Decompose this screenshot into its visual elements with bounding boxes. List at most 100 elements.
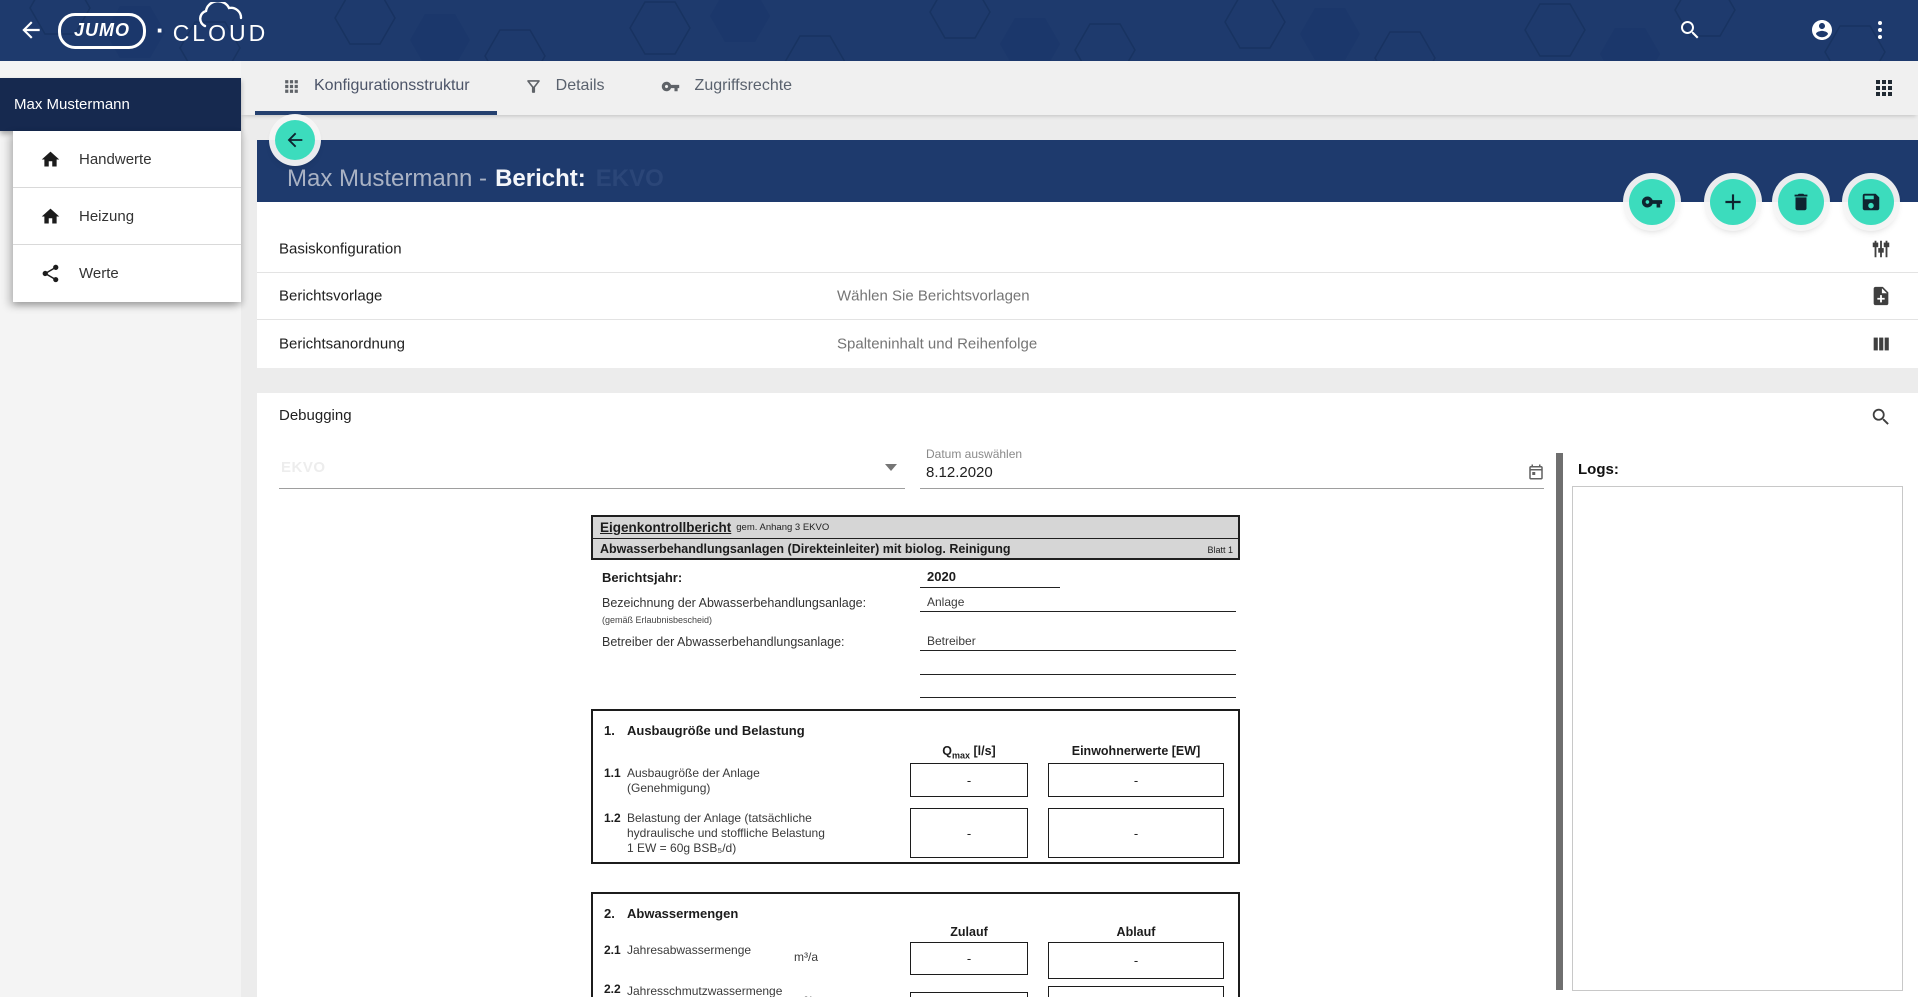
row-2-1-label: Jahresabwassermenge [627, 943, 751, 957]
share-icon [40, 263, 61, 284]
apps-grid-icon[interactable] [1872, 76, 1896, 100]
row-1-1-number: 1.1 [604, 766, 621, 780]
report-scrollbar[interactable] [1556, 453, 1563, 990]
row-basiskonfiguration[interactable]: Basiskonfiguration [257, 226, 1918, 273]
date-field-label: Datum auswählen [926, 447, 1022, 461]
view-column-icon[interactable] [1870, 333, 1892, 355]
row-1-2-qmax-cell: - [910, 808, 1028, 858]
tab-bar: Konfigurationsstruktur Details Zugriffsr… [241, 61, 1918, 115]
row-2-2-zulauf-cell [910, 992, 1028, 997]
search-icon[interactable] [1678, 18, 1702, 42]
row-label: Berichtsvorlage [279, 288, 382, 305]
row-1-2-ew-cell: - [1048, 808, 1224, 858]
report-header-line2: Abwasserbehandlungsanlagen (Direkteinlei… [593, 539, 1238, 558]
key-icon [659, 77, 682, 96]
key-icon [1641, 191, 1663, 213]
row-1-1-line2: (Genehmigung) [627, 781, 710, 795]
row-2-2-number: 2.2 [604, 982, 621, 996]
tab-details[interactable]: Details [497, 61, 632, 115]
calendar-icon[interactable] [1527, 463, 1545, 481]
row-label: Berichtsanordnung [279, 335, 405, 352]
delete-fab[interactable] [1778, 179, 1824, 225]
row-1-2-line3: 1 EW = 60g BSB₅/d) [627, 841, 736, 855]
row-1-2-line1: Belastung der Anlage (tatsächliche [627, 811, 812, 825]
top-app-bar: JUMO · CLOUD [0, 0, 1918, 61]
back-arrow-icon[interactable] [18, 17, 44, 43]
note-add-icon[interactable] [1870, 285, 1892, 307]
table1-col1-header: Qmax [l/s] [910, 744, 1028, 761]
tab-label: Details [556, 77, 605, 95]
row-berichtsanordnung[interactable]: Berichtsanordnung Spalteninhalt und Reih… [257, 320, 1918, 367]
table2-number: 2. [604, 906, 615, 921]
save-icon [1860, 191, 1882, 213]
table2-title: Abwassermengen [627, 906, 738, 921]
template-select[interactable]: EKVO [279, 393, 905, 489]
arrow-left-icon [284, 129, 306, 151]
operator-label: Betreiber der Abwasserbehandlungsanlage: [602, 635, 845, 649]
cloud-icon [197, 2, 269, 28]
table1-col2-header: Einwohnerwerte [EW] [1048, 744, 1224, 758]
row-1-2-number: 1.2 [604, 811, 621, 825]
plant-name-note: (gemäß Erlaubnisbescheid) [602, 615, 712, 625]
row-2-1-unit: m³/a [794, 950, 818, 964]
access-rights-fab[interactable] [1629, 179, 1675, 225]
sidebar-items: Handwerte Heizung Werte [13, 131, 241, 302]
sidebar-item-label: Heizung [79, 208, 134, 225]
report-table-2: 2. Abwassermengen Zulauf Ablauf 2.1 Jahr… [591, 892, 1240, 997]
sidebar-item-werte[interactable]: Werte [13, 245, 241, 302]
chevron-down-icon[interactable] [884, 463, 898, 473]
row-2-1-ablauf-cell: - [1048, 942, 1224, 979]
row-value: Spalteninhalt und Reihenfolge [837, 335, 1037, 352]
tab-zugriffsrechte[interactable]: Zugriffsrechte [632, 61, 820, 115]
tune-icon[interactable] [1870, 238, 1892, 260]
report-header-line1: Eigenkontrollbericht gem. Anhang 3 EKVO [593, 517, 1238, 539]
report-title: Eigenkontrollbericht [600, 520, 731, 535]
back-fab[interactable] [275, 120, 315, 160]
plant-name-underline [920, 595, 1236, 612]
add-fab[interactable] [1710, 179, 1756, 225]
title-prefix: Max Mustermann - [287, 165, 487, 193]
table2-col1-header: Zulauf [910, 925, 1028, 939]
tab-label: Zugriffsrechte [695, 77, 793, 95]
plant-name-label: Bezeichnung der Abwasserbehandlungsanlag… [602, 596, 866, 610]
hex-pattern-decor [0, 0, 1918, 61]
jumo-logo: JUMO [58, 13, 146, 49]
filter-icon [524, 77, 543, 96]
blank-underline-1 [920, 658, 1236, 675]
app-screen: JUMO · CLOUD Max Mustermann Handwerte [0, 0, 1918, 997]
sidebar-item-heizung[interactable]: Heizung [13, 188, 241, 245]
sidebar-item-handwerte[interactable]: Handwerte [13, 131, 241, 188]
config-rows-panel: Basiskonfiguration Berichtsvorlage Wähle… [257, 202, 1918, 368]
row-2-1-number: 2.1 [604, 943, 621, 957]
report-table-1: 1. Ausbaugröße und Belastung Qmax [l/s] … [591, 709, 1240, 864]
row-2-1-zulauf-cell: - [910, 942, 1028, 975]
report-title-note: gem. Anhang 3 EKVO [736, 522, 829, 533]
title-ghost-value: EKVO [596, 165, 664, 193]
year-label: Berichtsjahr: [602, 570, 682, 585]
account-icon[interactable] [1810, 18, 1834, 42]
row-1-1-ew-cell: - [1048, 763, 1224, 797]
row-label: Basiskonfiguration [279, 241, 402, 258]
home-icon [40, 206, 61, 227]
report-subtitle: Abwasserbehandlungsanlagen (Direkteinlei… [600, 542, 1010, 556]
trash-icon [1790, 191, 1812, 213]
plus-icon [1720, 189, 1746, 215]
report-header-box: Eigenkontrollbericht gem. Anhang 3 EKVO … [591, 515, 1240, 560]
sidebar-item-label: Werte [79, 265, 119, 282]
table1-number: 1. [604, 723, 615, 738]
row-value: Wählen Sie Berichtsvorlagen [837, 288, 1030, 305]
table2-col2-header: Ablauf [1048, 925, 1224, 939]
tab-konfigurationsstruktur[interactable]: Konfigurationsstruktur [255, 61, 497, 115]
operator-underline [920, 634, 1236, 651]
logs-output [1572, 486, 1903, 991]
row-berichtsvorlage[interactable]: Berichtsvorlage Wählen Sie Berichtsvorla… [257, 273, 1918, 320]
search-icon[interactable] [1870, 406, 1892, 428]
logs-label: Logs: [1578, 461, 1619, 478]
more-vert-icon[interactable] [1868, 18, 1892, 42]
date-field-value[interactable]: 8.12.2020 [926, 464, 993, 481]
brand-separator: · [156, 15, 165, 46]
sidebar: Max Mustermann Handwerte Heizung Werte [0, 61, 241, 997]
save-fab[interactable] [1848, 179, 1894, 225]
date-field[interactable]: Datum auswählen 8.12.2020 [920, 393, 1544, 489]
grid-dots-icon [282, 77, 301, 96]
